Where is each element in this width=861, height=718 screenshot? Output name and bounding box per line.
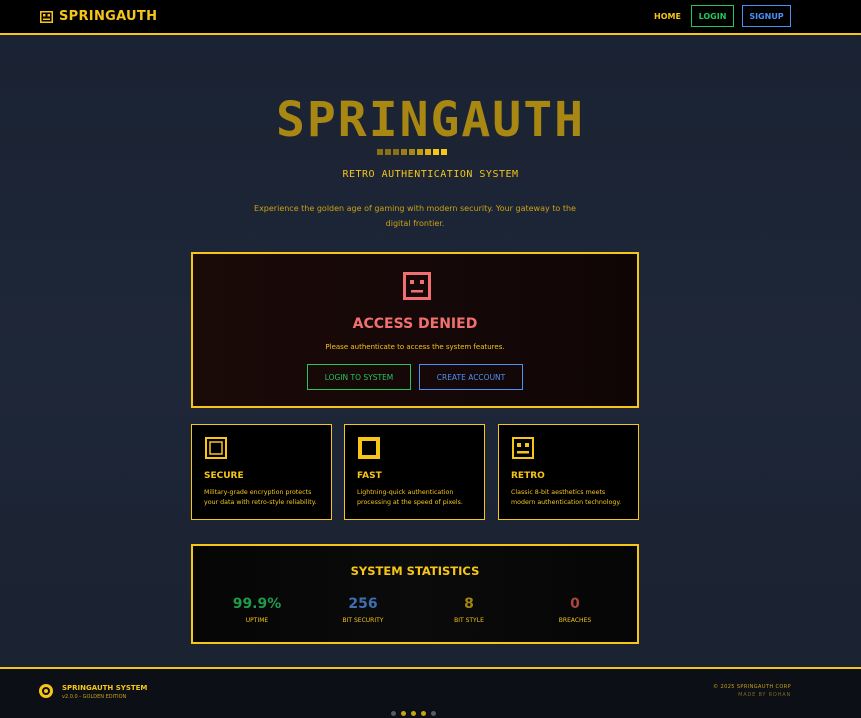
feature-card-secure: SECURE Military-grade encryption protect… — [191, 424, 332, 520]
stat-value: 256 — [348, 596, 378, 612]
nav-signup-button[interactable]: SIGNUP — [742, 5, 791, 27]
dot — [431, 711, 436, 716]
footer-system-name: SPRINGAUTH SYSTEM — [62, 684, 148, 692]
feature-description: Military-grade encryption protects your … — [204, 489, 317, 506]
feature-title: RETRO — [511, 471, 545, 481]
access-denied-title: ACCESS DENIED — [352, 316, 478, 332]
system-statistics-card: SYSTEM STATISTICS 99.9% UPTIME 256 BIT S… — [191, 544, 639, 644]
stat-bit-security: 256 BIT SECURITY — [308, 596, 418, 624]
stat-label: BIT STYLE — [454, 617, 484, 624]
stat-uptime: 99.9% UPTIME — [202, 596, 312, 624]
create-account-button[interactable]: CREATE ACCOUNT — [419, 364, 523, 390]
stat-label: BIT SECURITY — [342, 617, 384, 624]
stats-title: SYSTEM STATISTICS — [350, 564, 480, 578]
hero-title: SPRINGAUTH — [276, 92, 585, 148]
dot — [391, 711, 396, 716]
nav-home-link[interactable]: HOME — [654, 12, 681, 21]
footer-copyright: © 2025 SPRINGAUTH CORP — [713, 684, 791, 690]
stat-value: 0 — [570, 596, 580, 612]
hero-description: Experience the golden age of gaming with… — [254, 204, 576, 228]
stat-breaches: 0 BREACHES — [520, 596, 630, 624]
navbar: SPRINGAUTH HOME LOGIN SIGNUP — [0, 0, 861, 35]
footer-made-by: MADE BY ROHAN — [738, 692, 791, 698]
feature-description: Classic 8-bit aesthetics meets modern au… — [511, 489, 622, 506]
robot-face-icon — [40, 10, 53, 23]
feature-description: Lightning-quick authentication processin… — [357, 489, 463, 506]
stat-label: UPTIME — [245, 617, 269, 624]
feature-card-fast: FAST Lightning-quick authentication proc… — [344, 424, 485, 520]
robot-face-icon — [512, 437, 534, 459]
feature-title: FAST — [357, 471, 382, 481]
feature-title: SECURE — [204, 471, 244, 481]
footer: SPRINGAUTH SYSTEM v2.0.0 - GOLDEN EDITIO… — [0, 667, 861, 718]
feature-card-retro: RETRO Classic 8-bit aesthetics meets mod… — [498, 424, 639, 520]
hero-subtitle: RETRO AUTHENTICATION SYSTEM — [342, 169, 519, 180]
stat-value: 8 — [464, 596, 474, 612]
pixel-divider — [377, 149, 447, 155]
dot — [421, 711, 426, 716]
logo-circle-icon — [39, 684, 53, 698]
dot — [411, 711, 416, 716]
nav-login-button[interactable]: LOGIN — [691, 5, 734, 27]
brand-name: SPRINGAUTH — [59, 9, 158, 24]
square-outline-icon — [205, 437, 227, 459]
footer-version: v2.0.0 - GOLDEN EDITION — [62, 694, 127, 700]
stat-label: BREACHES — [558, 617, 592, 624]
page-dots — [391, 711, 436, 716]
stat-bit-style: 8 BIT STYLE — [414, 596, 524, 624]
sad-face-icon — [403, 272, 431, 300]
brand[interactable]: SPRINGAUTH — [40, 9, 157, 24]
square-thick-icon — [358, 437, 380, 459]
access-denied-card: ACCESS DENIED Please authenticate to acc… — [191, 252, 639, 408]
stat-value: 99.9% — [232, 596, 282, 612]
access-denied-message: Please authenticate to access the system… — [325, 343, 505, 351]
login-to-system-button[interactable]: LOGIN TO SYSTEM — [307, 364, 411, 390]
dot — [401, 711, 406, 716]
